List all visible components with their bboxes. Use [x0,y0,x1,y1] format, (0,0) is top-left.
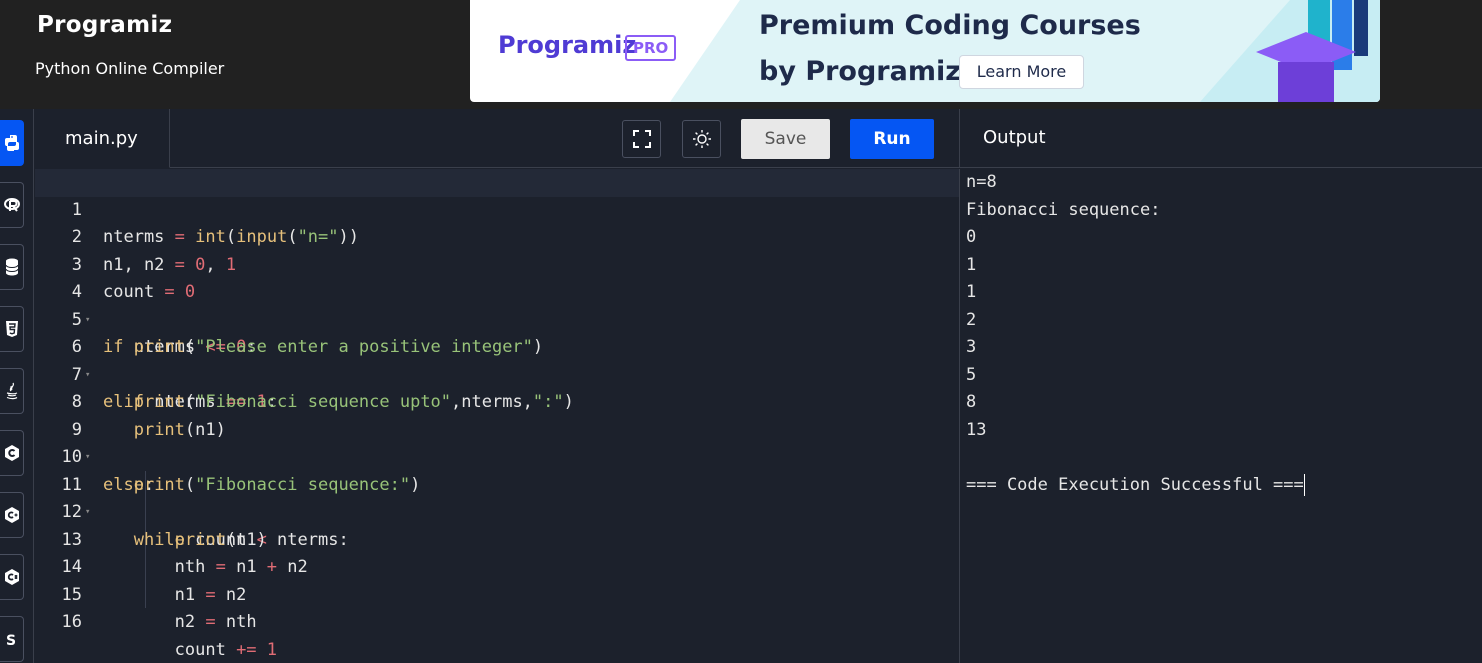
tab-main-py[interactable]: main.py [35,109,170,168]
learn-more-button[interactable]: Learn More [959,55,1084,89]
text-cursor [1303,473,1305,496]
pro-badge: PRO [625,35,677,61]
code-editor[interactable]: 1 nterms = int(input("n=")) 2 n1, n2 = 0… [35,169,959,663]
python-icon[interactable] [0,120,24,166]
output-line: 1 [966,254,977,275]
execution-status: === Code Execution Successful === [966,474,1304,495]
banner-logo: Programiz [498,31,637,59]
output-line: 0 [966,227,977,247]
output-line: 8 [966,392,977,412]
theme-toggle-icon[interactable] [682,120,721,158]
language-sidebar: S [0,109,34,663]
code-line[interactable]: 5 print("Please enter a positive integer… [35,279,959,358]
output-line: 5 [966,364,977,385]
output-line: 1 [966,282,977,302]
output-line: n=8 [966,172,997,192]
output-header: Output [959,109,1482,168]
output-line: 3 [966,337,977,357]
top-header: Programiz Python Online Compiler Program… [0,0,1482,109]
promo-banner[interactable]: Programiz PRO Premium Coding Courses by … [470,0,1380,102]
code-line[interactable]: 15 n2 = nth [35,554,959,633]
run-button[interactable]: Run [850,119,934,159]
programiz-logo[interactable]: Programiz [37,12,172,38]
code-line[interactable]: 7 print("Fibonacci sequence upto",nterms… [35,334,959,413]
svg-text:S: S [6,633,16,647]
code-line[interactable]: 11 ▾ while count < nterms: [35,444,959,550]
output-title: Output [983,127,1046,148]
c-icon[interactable] [0,430,24,476]
code-line[interactable]: 10 print("Fibonacci sequence:") [35,417,959,495]
r-icon[interactable] [0,182,24,228]
output-line: 13 [966,419,987,440]
output-line: Fibonacci sequence: [966,199,1161,220]
page-subtitle: Python Online Compiler [35,59,225,78]
save-button[interactable]: Save [741,119,830,159]
code-line[interactable]: 13 nth = n1 + n2 [35,499,959,578]
code-line[interactable]: 2 n1, n2 = 0, 1 [35,197,959,275]
sql-icon[interactable] [0,244,24,290]
banner-title-line1: Premium Coding Courses [759,10,1141,41]
code-line[interactable]: 4 ▾ if nterms <= 0: [35,252,959,357]
output-status-line: === Code Execution Successful === [966,472,1305,500]
output-panel[interactable]: n=8 Fibonacci sequence: 0 1 1 2 3 5 8 13… [959,169,1482,663]
code-line[interactable]: 3 count = 0 [35,224,959,303]
code-line[interactable]: 16 count += 1 [35,582,959,660]
csharp-icon[interactable] [0,554,24,600]
html-icon[interactable] [0,306,24,352]
fullscreen-icon[interactable] [622,120,661,158]
javascript-icon[interactable]: S [0,616,24,662]
line-number: 16 [61,612,82,632]
banner-title-line2: by Programiz [759,56,961,87]
code-line[interactable]: 14 n1 = n2 [35,527,959,605]
code-line[interactable]: 6 ▾ elif nterms == 1: [35,307,959,412]
output-line: 2 [966,309,977,330]
java-icon[interactable] [0,368,24,414]
code-line[interactable]: 12 print(n1) [35,472,959,550]
cpp-icon[interactable] [0,492,24,538]
code-text: count += 1 [103,639,278,660]
code-text: n2 = nth [103,612,257,632]
code-line[interactable]: 9 ▾ else: [35,389,959,495]
code-line[interactable]: 1 nterms = int(input("n=")) [35,169,959,247]
editor-toolbar: main.py Save Run [35,109,959,168]
code-line[interactable]: 8 print(n1) [35,362,959,440]
